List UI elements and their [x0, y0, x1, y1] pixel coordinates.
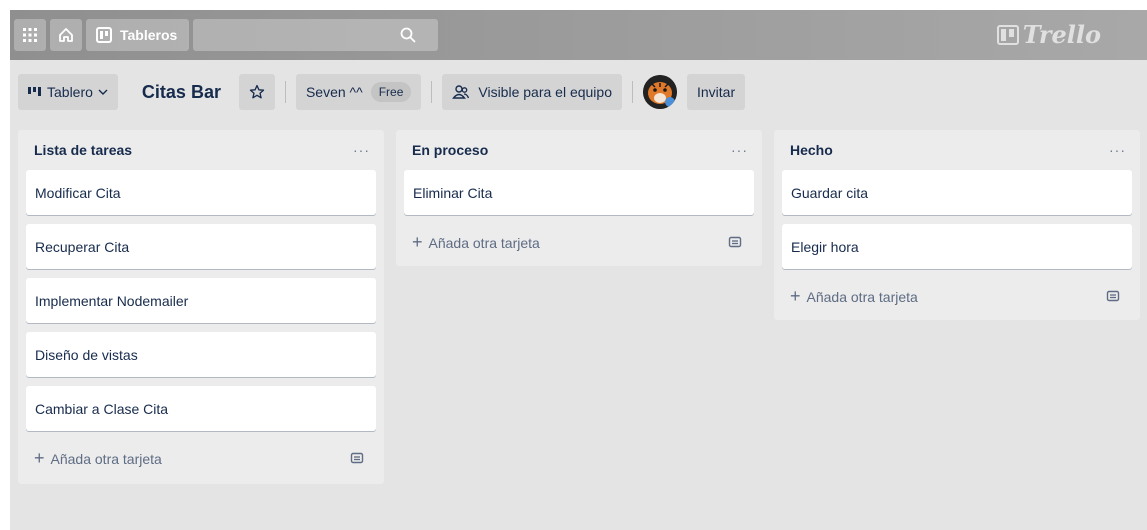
board-type-icon [28, 87, 41, 96]
home-button[interactable] [50, 19, 82, 51]
star-icon [249, 84, 265, 99]
card-title: Elegir hora [791, 238, 859, 255]
card-elegir-hora[interactable]: Elegir hora [782, 224, 1132, 269]
board-switcher-button[interactable]: Tablero [18, 74, 118, 110]
card-title: Cambiar a Clase Cita [35, 400, 169, 417]
plus-icon: + [34, 447, 45, 468]
invite-button[interactable]: Invitar [687, 74, 746, 110]
header-divider [284, 81, 286, 103]
visibility-label: Visible para el equipo [478, 84, 612, 100]
home-icon [59, 28, 73, 42]
list-header: Hecho ··· [782, 130, 1132, 170]
boards-button[interactable]: Tableros [86, 19, 190, 51]
star-board-button[interactable] [238, 74, 275, 110]
card-title: Modificar Cita [35, 184, 121, 201]
add-card-label: Añada otra tarjeta [50, 450, 162, 467]
list-menu-icon[interactable]: ··· [731, 142, 748, 158]
list-title[interactable]: En proceso [412, 142, 488, 158]
list-lista-de-tareas: Lista de tareas ··· Modificar Cita Recup… [18, 130, 384, 484]
logo-text: Trello [1022, 20, 1101, 49]
apps-menu-button[interactable] [14, 19, 46, 51]
card-template-icon[interactable] [728, 235, 742, 249]
list-menu-icon[interactable]: ··· [353, 142, 370, 158]
card-title: Diseño de vistas [35, 346, 138, 363]
add-card-label-wrap: + Añada otra tarjeta [34, 448, 162, 469]
list-menu-icon[interactable]: ··· [1109, 142, 1126, 158]
list-title[interactable]: Lista de tareas [34, 142, 132, 158]
list-header: Lista de tareas ··· [26, 130, 376, 170]
team-button[interactable]: Seven ^^ Free [295, 74, 422, 110]
add-card-label-wrap: + Añada otra tarjeta [412, 232, 540, 253]
add-card-label: Añada otra tarjeta [806, 288, 918, 305]
add-card-label: Añada otra tarjeta [428, 234, 540, 251]
trello-logo[interactable]: Trello [996, 20, 1101, 49]
card-cambiar-a-clase-cita[interactable]: Cambiar a Clase Cita [26, 386, 376, 431]
list-title[interactable]: Hecho [790, 142, 833, 158]
card-eliminar-cita[interactable]: Eliminar Cita [404, 170, 754, 215]
add-card-label-wrap: + Añada otra tarjeta [790, 286, 918, 307]
top-header: Tableros Trello [10, 10, 1147, 60]
card-title: Guardar cita [791, 184, 869, 201]
boards-label: Tableros [120, 27, 178, 43]
chevron-down-icon [98, 89, 108, 95]
team-visibility-icon [452, 85, 470, 99]
boards-icon [96, 27, 112, 43]
apps-grid-icon [23, 28, 37, 42]
member-avatar[interactable] [643, 75, 677, 109]
team-label: Seven ^^ [305, 84, 363, 100]
card-modificar-cita[interactable]: Modificar Cita [26, 170, 376, 215]
card-implementar-nodemailer[interactable]: Implementar Nodemailer [26, 278, 376, 323]
board-switcher-label: Tablero [47, 84, 93, 100]
card-title: Eliminar Cita [413, 184, 493, 201]
list-header: En proceso ··· [404, 130, 754, 170]
add-card-button[interactable]: + Añada otra tarjeta [404, 224, 754, 260]
card-title: Implementar Nodemailer [35, 292, 189, 309]
tiger-avatar-icon [643, 75, 677, 109]
card-template-icon[interactable] [1106, 289, 1120, 303]
add-card-button[interactable]: + Añada otra tarjeta [782, 278, 1132, 314]
card-diseno-de-vistas[interactable]: Diseño de vistas [26, 332, 376, 377]
trello-logo-icon [996, 24, 1019, 45]
list-hecho: Hecho ··· Guardar cita Elegir hora + Añad… [774, 130, 1140, 320]
search-input[interactable] [193, 19, 439, 51]
card-guardar-cita[interactable]: Guardar cita [782, 170, 1132, 215]
card-template-icon[interactable] [350, 451, 364, 465]
card-recuperar-cita[interactable]: Recuperar Cita [26, 224, 376, 269]
header-divider [431, 81, 433, 103]
board-title[interactable]: Citas Bar [142, 82, 221, 103]
trello-window: Tableros Trello Tablero Citas Bar Seven … [10, 10, 1147, 530]
invite-label: Invitar [697, 84, 736, 100]
plus-icon: + [790, 285, 801, 306]
search-icon [400, 27, 416, 43]
card-title: Recuperar Cita [35, 238, 130, 255]
add-card-button[interactable]: + Añada otra tarjeta [26, 440, 376, 476]
plan-badge: Free [370, 82, 412, 102]
visibility-button[interactable]: Visible para el equipo [442, 74, 622, 110]
plus-icon: + [412, 231, 423, 252]
header-divider [632, 81, 633, 103]
board-header: Tablero Citas Bar Seven ^^ Free Visible … [10, 67, 1147, 117]
list-en-proceso: En proceso ··· Eliminar Cita + Añada otra… [396, 130, 762, 266]
